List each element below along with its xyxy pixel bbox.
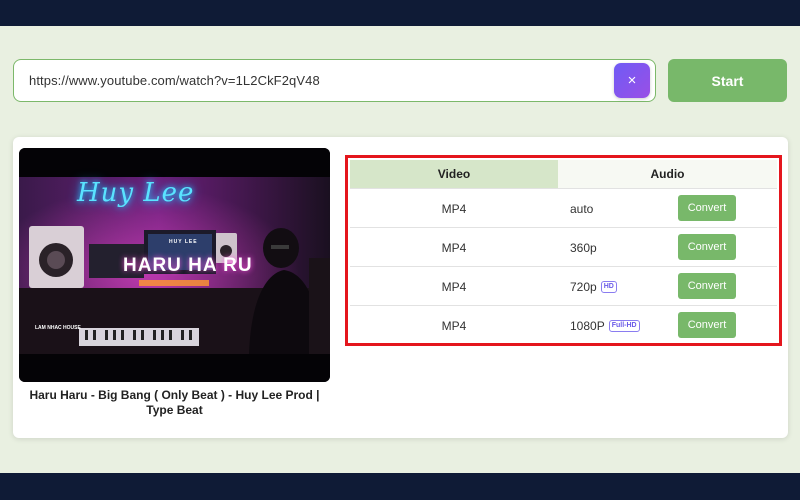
table-row: MP4 auto Convert bbox=[350, 188, 777, 227]
thumbnail-main-title: HARU HA RU bbox=[123, 255, 253, 276]
result-card: Huy Lee HUY LEE HARU HA RU LAM NHAC HOUS… bbox=[13, 137, 788, 438]
hd-badge: HD bbox=[600, 280, 617, 293]
url-text[interactable]: https://www.youtube.com/watch?v=1L2CkF2q… bbox=[29, 73, 320, 88]
top-bar bbox=[0, 0, 800, 26]
format-cell: MP4 bbox=[441, 240, 467, 255]
quality-cell: auto bbox=[570, 189, 593, 228]
bottom-bar bbox=[0, 473, 800, 500]
neon-sign: Huy Lee bbox=[77, 178, 195, 208]
convert-button[interactable]: Convert bbox=[678, 312, 736, 338]
url-input[interactable]: https://www.youtube.com/watch?v=1L2CkF2q… bbox=[13, 59, 656, 102]
table-row: MP4 360p Convert bbox=[350, 227, 777, 266]
close-icon: × bbox=[627, 72, 637, 89]
format-cell: MP4 bbox=[441, 318, 467, 333]
format-cell: MP4 bbox=[441, 279, 467, 294]
quality-label: 360p bbox=[570, 240, 597, 255]
table-row: MP4 1080P Full-HD Convert bbox=[350, 305, 777, 344]
quality-label: 1080P bbox=[570, 318, 605, 333]
start-button[interactable]: Start bbox=[668, 59, 787, 102]
format-tabs: Video Audio bbox=[350, 160, 777, 188]
thumbnail-small-caption: HUY LEE bbox=[169, 239, 198, 245]
quality-cell: 360p bbox=[570, 228, 597, 267]
video-title: Haru Haru - Big Bang ( Only Beat ) - Huy… bbox=[29, 388, 320, 417]
format-cell: MP4 bbox=[441, 201, 467, 216]
tab-video[interactable]: Video bbox=[350, 160, 558, 188]
quality-cell: 1080P Full-HD bbox=[570, 306, 640, 345]
convert-button[interactable]: Convert bbox=[678, 273, 736, 299]
video-thumbnail[interactable]: Huy Lee HUY LEE HARU HA RU LAM NHAC HOUS… bbox=[19, 148, 330, 382]
quality-label: 720p bbox=[570, 279, 597, 294]
convert-button[interactable]: Convert bbox=[678, 195, 736, 221]
thumbnail-channel-caption: LAM NHAC HOUSE bbox=[35, 325, 81, 331]
format-table: Video Audio MP4 auto Convert MP4 360p Co… bbox=[345, 155, 782, 346]
clear-button[interactable]: × bbox=[614, 63, 650, 98]
table-row: MP4 720p HD Convert bbox=[350, 266, 777, 305]
quality-cell: 720p HD bbox=[570, 267, 617, 306]
quality-label: auto bbox=[570, 201, 594, 216]
tab-audio[interactable]: Audio bbox=[558, 160, 777, 188]
convert-button[interactable]: Convert bbox=[678, 234, 736, 260]
full-hd-badge: Full-HD bbox=[608, 319, 640, 332]
